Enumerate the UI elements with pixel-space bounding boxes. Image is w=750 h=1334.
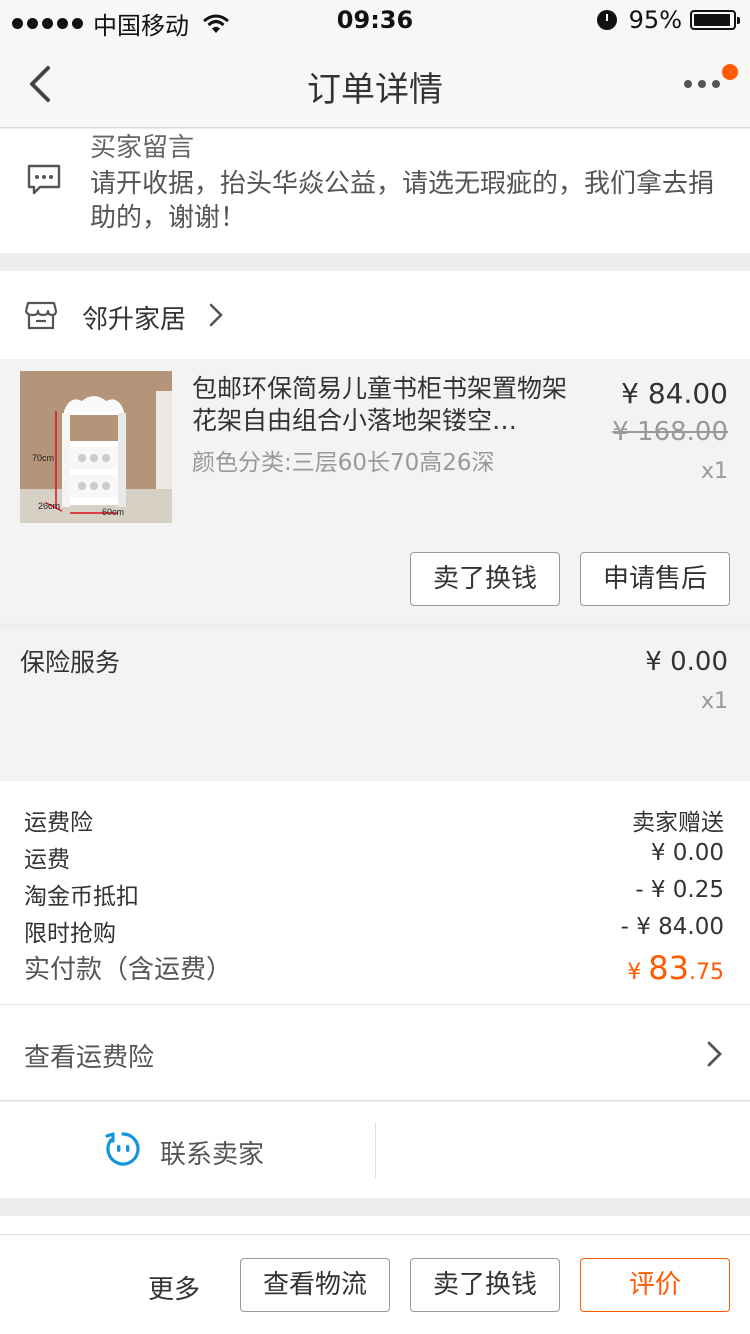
total-amount: ¥ 83.75 bbox=[627, 949, 724, 987]
chevron-right-icon bbox=[707, 1041, 722, 1067]
buyer-message-title: 买家留言 bbox=[90, 133, 195, 163]
summary-label: 运费 bbox=[24, 847, 70, 873]
summary-label: 运费险 bbox=[24, 810, 93, 836]
divider bbox=[375, 1122, 376, 1178]
product-sku: 颜色分类:三层60长70高26深 bbox=[192, 450, 495, 476]
product-price: ¥ 84.00 bbox=[621, 377, 728, 410]
more-button[interactable]: 更多 bbox=[148, 1269, 200, 1306]
store-icon bbox=[24, 301, 58, 330]
summary-value: - ¥ 84.00 bbox=[620, 914, 724, 940]
total-decimal: .75 bbox=[689, 960, 724, 985]
total-integer: 83 bbox=[648, 949, 689, 987]
shop-row[interactable]: 邻升家居 bbox=[0, 271, 750, 359]
next-section-peek bbox=[0, 1216, 750, 1236]
product-title[interactable]: 包邮环保简易儿童书柜书架置物架花架自由组合小落地架镂空… bbox=[192, 373, 572, 437]
alarm-icon bbox=[596, 10, 617, 30]
order-item[interactable]: 70cm 26cm 60cm 包邮环保简易儿童书柜书架置物架花架自由组合小落地架… bbox=[0, 359, 750, 623]
nav-bar: 订单详情 bbox=[0, 40, 750, 128]
contact-row: 联系卖家 bbox=[0, 1102, 750, 1198]
summary-label: 限时抢购 bbox=[24, 921, 116, 947]
view-shipping-insurance-label[interactable]: 查看运费险 bbox=[24, 1037, 154, 1074]
sell-for-cash-button[interactable]: 卖了换钱 bbox=[410, 1258, 560, 1312]
view-shipping-insurance-row[interactable]: 查看运费险 bbox=[0, 1005, 750, 1101]
total-currency: ¥ bbox=[627, 960, 642, 985]
after-sale-button[interactable]: 申请售后 bbox=[580, 552, 730, 606]
status-right: 95% bbox=[596, 6, 740, 34]
insurance-title: 保险服务 bbox=[20, 648, 121, 677]
page-title: 订单详情 bbox=[307, 70, 443, 110]
contact-seller-icon[interactable] bbox=[104, 1130, 142, 1168]
product-image[interactable]: 70cm 26cm 60cm bbox=[20, 371, 172, 523]
message-icon bbox=[27, 164, 61, 195]
section-gap bbox=[0, 1198, 750, 1216]
shop-name[interactable]: 邻升家居 bbox=[82, 299, 186, 336]
notification-badge bbox=[722, 64, 738, 80]
summary-label: 淘金币抵扣 bbox=[24, 884, 139, 910]
order-summary: 运费险 卖家赠送 运费 ¥ 0.00 淘金币抵扣 - ¥ 0.25 限时抢购 -… bbox=[0, 781, 750, 1005]
battery-icon bbox=[690, 10, 740, 30]
dimension-label-height: 70cm bbox=[32, 453, 54, 463]
dimension-label-depth: 26cm bbox=[38, 501, 60, 511]
insurance-price: ¥ 0.00 bbox=[645, 647, 728, 677]
buyer-message-text: 请开收据，抬头华焱公益，请选无瑕疵的，我们拿去捐助的，谢谢！ bbox=[90, 169, 715, 233]
more-dot bbox=[684, 80, 692, 88]
product-quantity: x1 bbox=[700, 459, 728, 484]
more-dot bbox=[712, 80, 720, 88]
summary-value: 卖家赠送 bbox=[632, 810, 724, 836]
bottom-action-bar: 更多 查看物流 卖了换钱 评价 bbox=[0, 1234, 750, 1334]
chevron-right-icon bbox=[209, 303, 223, 327]
battery-percent: 95% bbox=[628, 6, 682, 34]
insurance-item: 保险服务 ¥ 0.00 x1 bbox=[0, 629, 750, 781]
dimension-label-width: 60cm bbox=[102, 507, 124, 517]
total-label: 实付款（含运费） bbox=[24, 955, 233, 985]
view-logistics-button[interactable]: 查看物流 bbox=[240, 1258, 390, 1312]
rate-button[interactable]: 评价 bbox=[580, 1258, 730, 1312]
buyer-message-section: 买家留言 请开收据，抬头华焱公益，请选无瑕疵的，我们拿去捐助的，谢谢！ bbox=[0, 129, 750, 253]
insurance-quantity: x1 bbox=[700, 689, 728, 714]
status-bar: 中国移动 09:36 95% bbox=[0, 0, 750, 40]
product-original-price: ¥ 168.00 bbox=[612, 417, 728, 447]
more-icon[interactable] bbox=[684, 64, 738, 100]
sell-for-cash-button[interactable]: 卖了换钱 bbox=[410, 552, 560, 606]
summary-value: ¥ 0.00 bbox=[650, 840, 724, 866]
summary-value: - ¥ 0.25 bbox=[635, 877, 724, 903]
contact-seller-button[interactable]: 联系卖家 bbox=[160, 1134, 264, 1171]
more-dot bbox=[698, 80, 706, 88]
battery-fill bbox=[694, 14, 731, 26]
